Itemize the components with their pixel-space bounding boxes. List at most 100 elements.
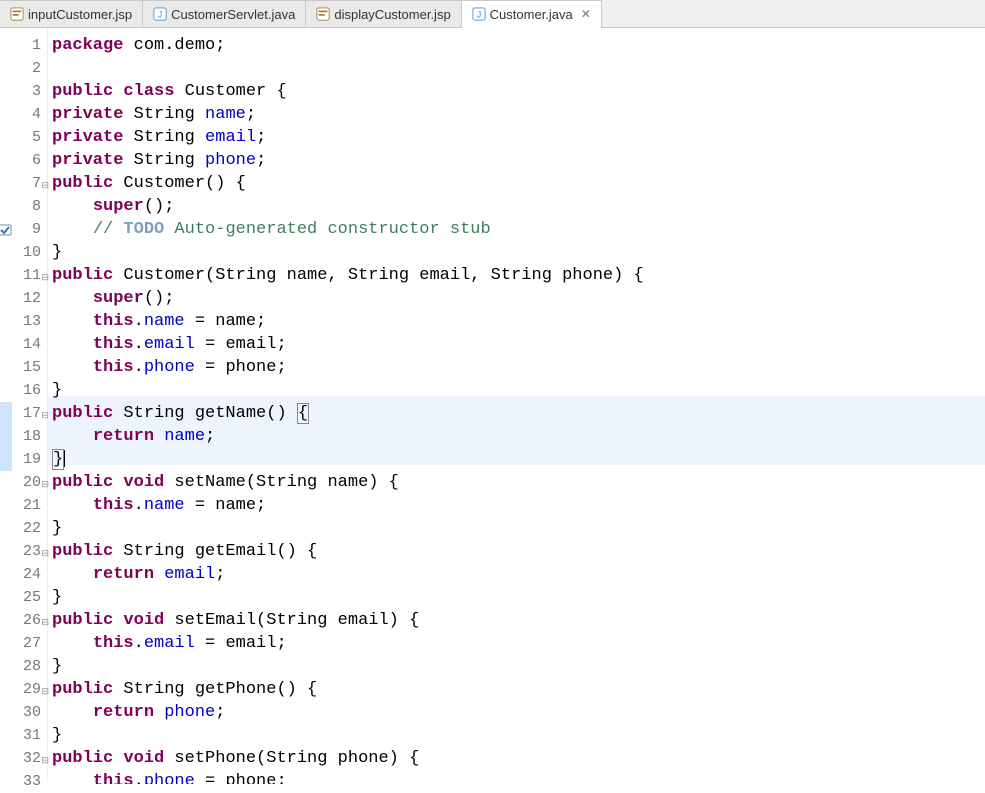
token-field: name [144, 496, 185, 515]
code-line[interactable] [52, 57, 985, 80]
line-number-text: 20 [23, 474, 41, 491]
editor-tab-Customer-java[interactable]: J Customer.java ✕ [462, 0, 602, 28]
line-number: 13 [0, 310, 47, 333]
line-number: 24 [0, 563, 47, 586]
token-plain [52, 335, 93, 354]
line-number-text: 1 [32, 37, 41, 54]
line-number: 26⊟ [0, 609, 47, 632]
token-plain [113, 611, 123, 630]
code-line[interactable]: this.name = name; [52, 310, 985, 333]
token-plain: ; [215, 703, 225, 722]
code-area[interactable]: package com.demo; public class Customer {… [48, 28, 985, 782]
token-field: phone [144, 772, 195, 784]
line-number: 23⊟ [0, 540, 47, 563]
code-line[interactable]: } [52, 724, 985, 747]
code-line[interactable]: private String email; [52, 126, 985, 149]
token-kw: return [93, 703, 154, 722]
token-plain [52, 703, 93, 722]
line-number-text: 9 [32, 221, 41, 238]
java-file-icon: J [472, 7, 486, 21]
token-field: phone [144, 358, 195, 377]
code-line[interactable]: public Customer() { [52, 172, 985, 195]
token-kw: public [52, 473, 113, 492]
line-number-text: 31 [23, 727, 41, 744]
token-plain: } [52, 381, 62, 400]
token-plain: = phone; [195, 772, 287, 784]
line-number: 9 [0, 218, 47, 241]
token-plain [113, 473, 123, 492]
token-plain: Customer { [174, 82, 286, 101]
token-plain: } [52, 657, 62, 676]
editor-tab-inputCustomer-jsp[interactable]: inputCustomer.jsp [0, 0, 143, 27]
token-plain [52, 312, 93, 331]
code-line[interactable]: } [52, 655, 985, 678]
code-line[interactable]: public String getPhone() { [52, 678, 985, 701]
code-line[interactable]: this.email = email; [52, 333, 985, 356]
token-plain: . [134, 634, 144, 653]
code-line[interactable]: // TODO Auto-generated constructor stub [52, 218, 985, 241]
code-line[interactable]: public String getEmail() { [52, 540, 985, 563]
token-kw: this [93, 772, 134, 784]
token-plain: String [123, 151, 205, 170]
code-line[interactable]: } [52, 517, 985, 540]
token-plain: ; [215, 565, 225, 584]
line-number-gutter: 1234567⊟891011⊟121314151617⊟181920⊟21222… [0, 28, 48, 782]
token-plain: Customer() { [113, 174, 246, 193]
code-line[interactable]: this.phone = phone; [52, 356, 985, 379]
close-icon[interactable]: ✕ [581, 7, 591, 21]
token-boxbrace: } [52, 449, 64, 470]
editor-tab-CustomerServlet-java[interactable]: JCustomerServlet.java [143, 0, 306, 27]
code-line[interactable]: public void setEmail(String email) { [52, 609, 985, 632]
token-plain: = email; [195, 335, 287, 354]
svg-text:J: J [476, 10, 480, 20]
token-plain: ; [256, 151, 266, 170]
code-editor[interactable]: 1234567⊟891011⊟121314151617⊟181920⊟21222… [0, 28, 985, 782]
code-line[interactable]: package com.demo; [52, 34, 985, 57]
token-plain: } [52, 588, 62, 607]
code-line[interactable]: super(); [52, 287, 985, 310]
token-plain: = email; [195, 634, 287, 653]
code-line[interactable]: } [52, 586, 985, 609]
code-line[interactable]: this.email = email; [52, 632, 985, 655]
line-number: 15 [0, 356, 47, 379]
code-line[interactable]: public Customer(String name, String emai… [52, 264, 985, 287]
code-line[interactable]: return email; [52, 563, 985, 586]
line-number-text: 23 [23, 543, 41, 560]
code-line[interactable]: this.name = name; [52, 494, 985, 517]
token-plain: Customer(String name, String email, Stri… [113, 266, 644, 285]
line-number-text: 13 [23, 313, 41, 330]
line-number: 20⊟ [0, 471, 47, 494]
token-plain: . [134, 772, 144, 784]
editor-tab-displayCustomer-jsp[interactable]: displayCustomer.jsp [306, 0, 461, 27]
code-line[interactable]: super(); [52, 195, 985, 218]
line-number-text: 16 [23, 382, 41, 399]
line-number: 30 [0, 701, 47, 724]
token-kw: this [93, 335, 134, 354]
code-line[interactable]: private String name; [52, 103, 985, 126]
token-field: email [205, 128, 256, 147]
code-line[interactable]: public void setName(String name) { [52, 471, 985, 494]
text-caret [64, 450, 65, 467]
token-kw: package [52, 36, 123, 55]
code-line[interactable]: private String phone; [52, 149, 985, 172]
token-plain: ; [246, 105, 256, 124]
token-plain: } [52, 243, 62, 262]
code-line[interactable]: return phone; [52, 701, 985, 724]
token-comment: // [93, 220, 124, 239]
line-number-text: 8 [32, 198, 41, 215]
code-line[interactable]: public void setPhone(String phone) { [52, 747, 985, 770]
token-kw: super [93, 197, 144, 216]
token-plain [154, 703, 164, 722]
token-plain [52, 772, 93, 784]
tab-label: Customer.java [490, 7, 573, 22]
code-line[interactable]: public class Customer { [52, 80, 985, 103]
line-number-text: 11 [23, 267, 41, 284]
token-plain: String [123, 105, 205, 124]
code-line[interactable]: } [52, 241, 985, 264]
line-number: 14 [0, 333, 47, 356]
tab-label: displayCustomer.jsp [334, 7, 450, 22]
jsp-file-icon [316, 7, 330, 21]
jsp-file-icon [10, 7, 24, 21]
token-plain: setName(String name) { [164, 473, 399, 492]
token-field: email [144, 634, 195, 653]
